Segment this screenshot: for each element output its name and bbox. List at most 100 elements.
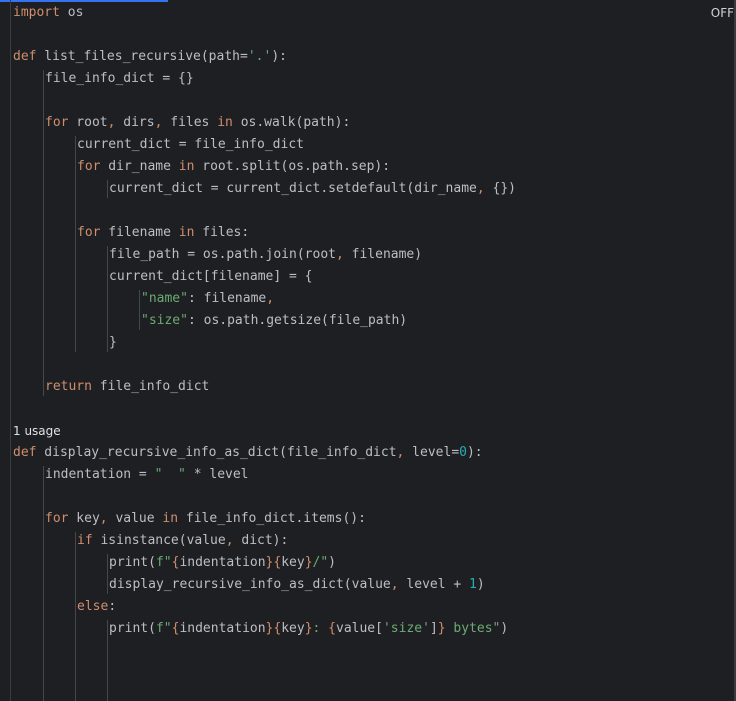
code-token: file_info_dict.items(): [178, 511, 366, 526]
code-token: file_info_dict [91, 379, 210, 394]
gutter-border [10, 0, 11, 701]
indent-guide [43, 70, 44, 396]
code-token: files: [194, 225, 250, 240]
code-token: ) [476, 577, 485, 592]
code-token: key [68, 511, 100, 526]
code-token: level + [398, 577, 470, 592]
code-token: in [162, 511, 179, 526]
code-token: ) [328, 555, 336, 570]
usage-hint[interactable]: 1 usage [13, 420, 61, 442]
code-token: return [45, 379, 92, 394]
code-line: for filename in files: [77, 222, 249, 244]
code-line: "name": filename, [141, 288, 274, 310]
code-token: } [304, 555, 313, 570]
code-token: else [77, 599, 109, 614]
code-token: : os.path.getsize(file_path) [187, 313, 408, 328]
code-token: , [476, 181, 485, 196]
code-token: (file_info_dict [279, 445, 397, 460]
code-token: f" [155, 621, 172, 636]
code-token: for [45, 115, 69, 130]
code-line: for dir_name in root.split(os.path.sep): [77, 156, 390, 178]
code-line: print(f"{indentation}{key}/") [109, 552, 336, 574]
code-token: : [312, 621, 329, 636]
code-token: indentation = [45, 467, 155, 482]
code-token: ): [271, 49, 287, 64]
code-token: if [77, 533, 93, 548]
code-token: in [178, 159, 195, 174]
code-line: return file_info_dict [45, 376, 209, 398]
code-token: display_recursive_info_as_dict(value [109, 577, 391, 592]
code-token: level= [404, 445, 460, 460]
code-line: if isinstance(value, dict): [77, 530, 288, 552]
code-token: , [335, 247, 344, 262]
code-token: value [107, 511, 163, 526]
code-token: for [45, 511, 69, 526]
code-token: dict): [233, 533, 289, 548]
code-line: for key, value in file_info_dict.items()… [45, 508, 366, 530]
code-token: display_recursive_info_as_dict [36, 445, 280, 460]
code-token: print( [109, 621, 156, 636]
code-token: f" [155, 555, 172, 570]
code-token: "size" [141, 313, 188, 328]
code-token: dirs [115, 115, 155, 130]
code-token: 0 [459, 445, 467, 460]
code-line: "size": os.path.getsize(file_path) [141, 310, 407, 332]
code-token: , [99, 511, 108, 526]
code-token: filename [100, 225, 179, 240]
code-token: key [281, 621, 305, 636]
code-token: : filename [187, 291, 267, 306]
code-line: for root, dirs, files in os.walk(path): [45, 112, 350, 134]
code-token: for [77, 225, 101, 240]
indent-guide [107, 180, 108, 198]
code-token: }{ [265, 555, 282, 570]
code-token: bytes" [445, 621, 501, 636]
indent-guide [107, 620, 108, 701]
code-token: current_dict = current_dict.setdefault(d… [109, 181, 477, 196]
code-token: * level [185, 467, 249, 482]
indent-guide [107, 554, 108, 594]
code-token: file_path = os.path.join(root [109, 247, 336, 262]
inspection-status-badge[interactable]: OFF [711, 6, 734, 20]
code-token: " " [154, 467, 186, 482]
code-token: for [77, 159, 101, 174]
code-token: } [437, 621, 446, 636]
code-token: : [108, 599, 117, 614]
code-token: "name" [141, 291, 188, 306]
code-token: filename) [343, 247, 423, 262]
code-editor[interactable]: OFF import os def list_files_recursive(pa… [0, 0, 736, 701]
code-line: def list_files_recursive(path='.'): [13, 46, 287, 68]
code-line: current_dict[filename] = { [109, 266, 313, 288]
indent-guide [107, 246, 108, 352]
code-token: def [13, 445, 37, 460]
code-token: { [328, 621, 336, 636]
code-token: dir_name [100, 159, 179, 174]
code-token: /" [312, 555, 329, 570]
code-line: current_dict = file_info_dict [77, 134, 304, 156]
code-token: file_info_dict = {} [45, 71, 194, 86]
code-line: file_info_dict = {} [45, 68, 194, 90]
code-line: file_path = os.path.join(root, filename) [109, 244, 422, 266]
code-token: '.' [247, 49, 272, 64]
code-token: import [13, 5, 60, 20]
code-token: (path= [200, 49, 248, 64]
code-token: root [68, 115, 108, 130]
code-token: indentation [179, 555, 266, 570]
code-token: os.walk(path): [232, 115, 351, 130]
code-token: list_files_recursive [36, 49, 201, 64]
code-token: def [13, 49, 37, 64]
code-token: indentation [179, 621, 266, 636]
code-token: current_dict = file_info_dict [77, 137, 304, 152]
code-token: }{ [265, 621, 282, 636]
code-token: } [304, 621, 313, 636]
code-token: os [59, 5, 84, 20]
code-token: 'size' [382, 621, 430, 636]
code-token: , [390, 577, 399, 592]
indent-guide [43, 466, 44, 701]
code-token: root.split(os.path.sep): [194, 159, 391, 174]
code-token: ] [429, 621, 438, 636]
code-token: ) [500, 621, 509, 636]
indent-guide [75, 532, 76, 701]
code-token: in [217, 115, 233, 130]
code-token: files [162, 115, 218, 130]
code-line: } [109, 332, 117, 354]
